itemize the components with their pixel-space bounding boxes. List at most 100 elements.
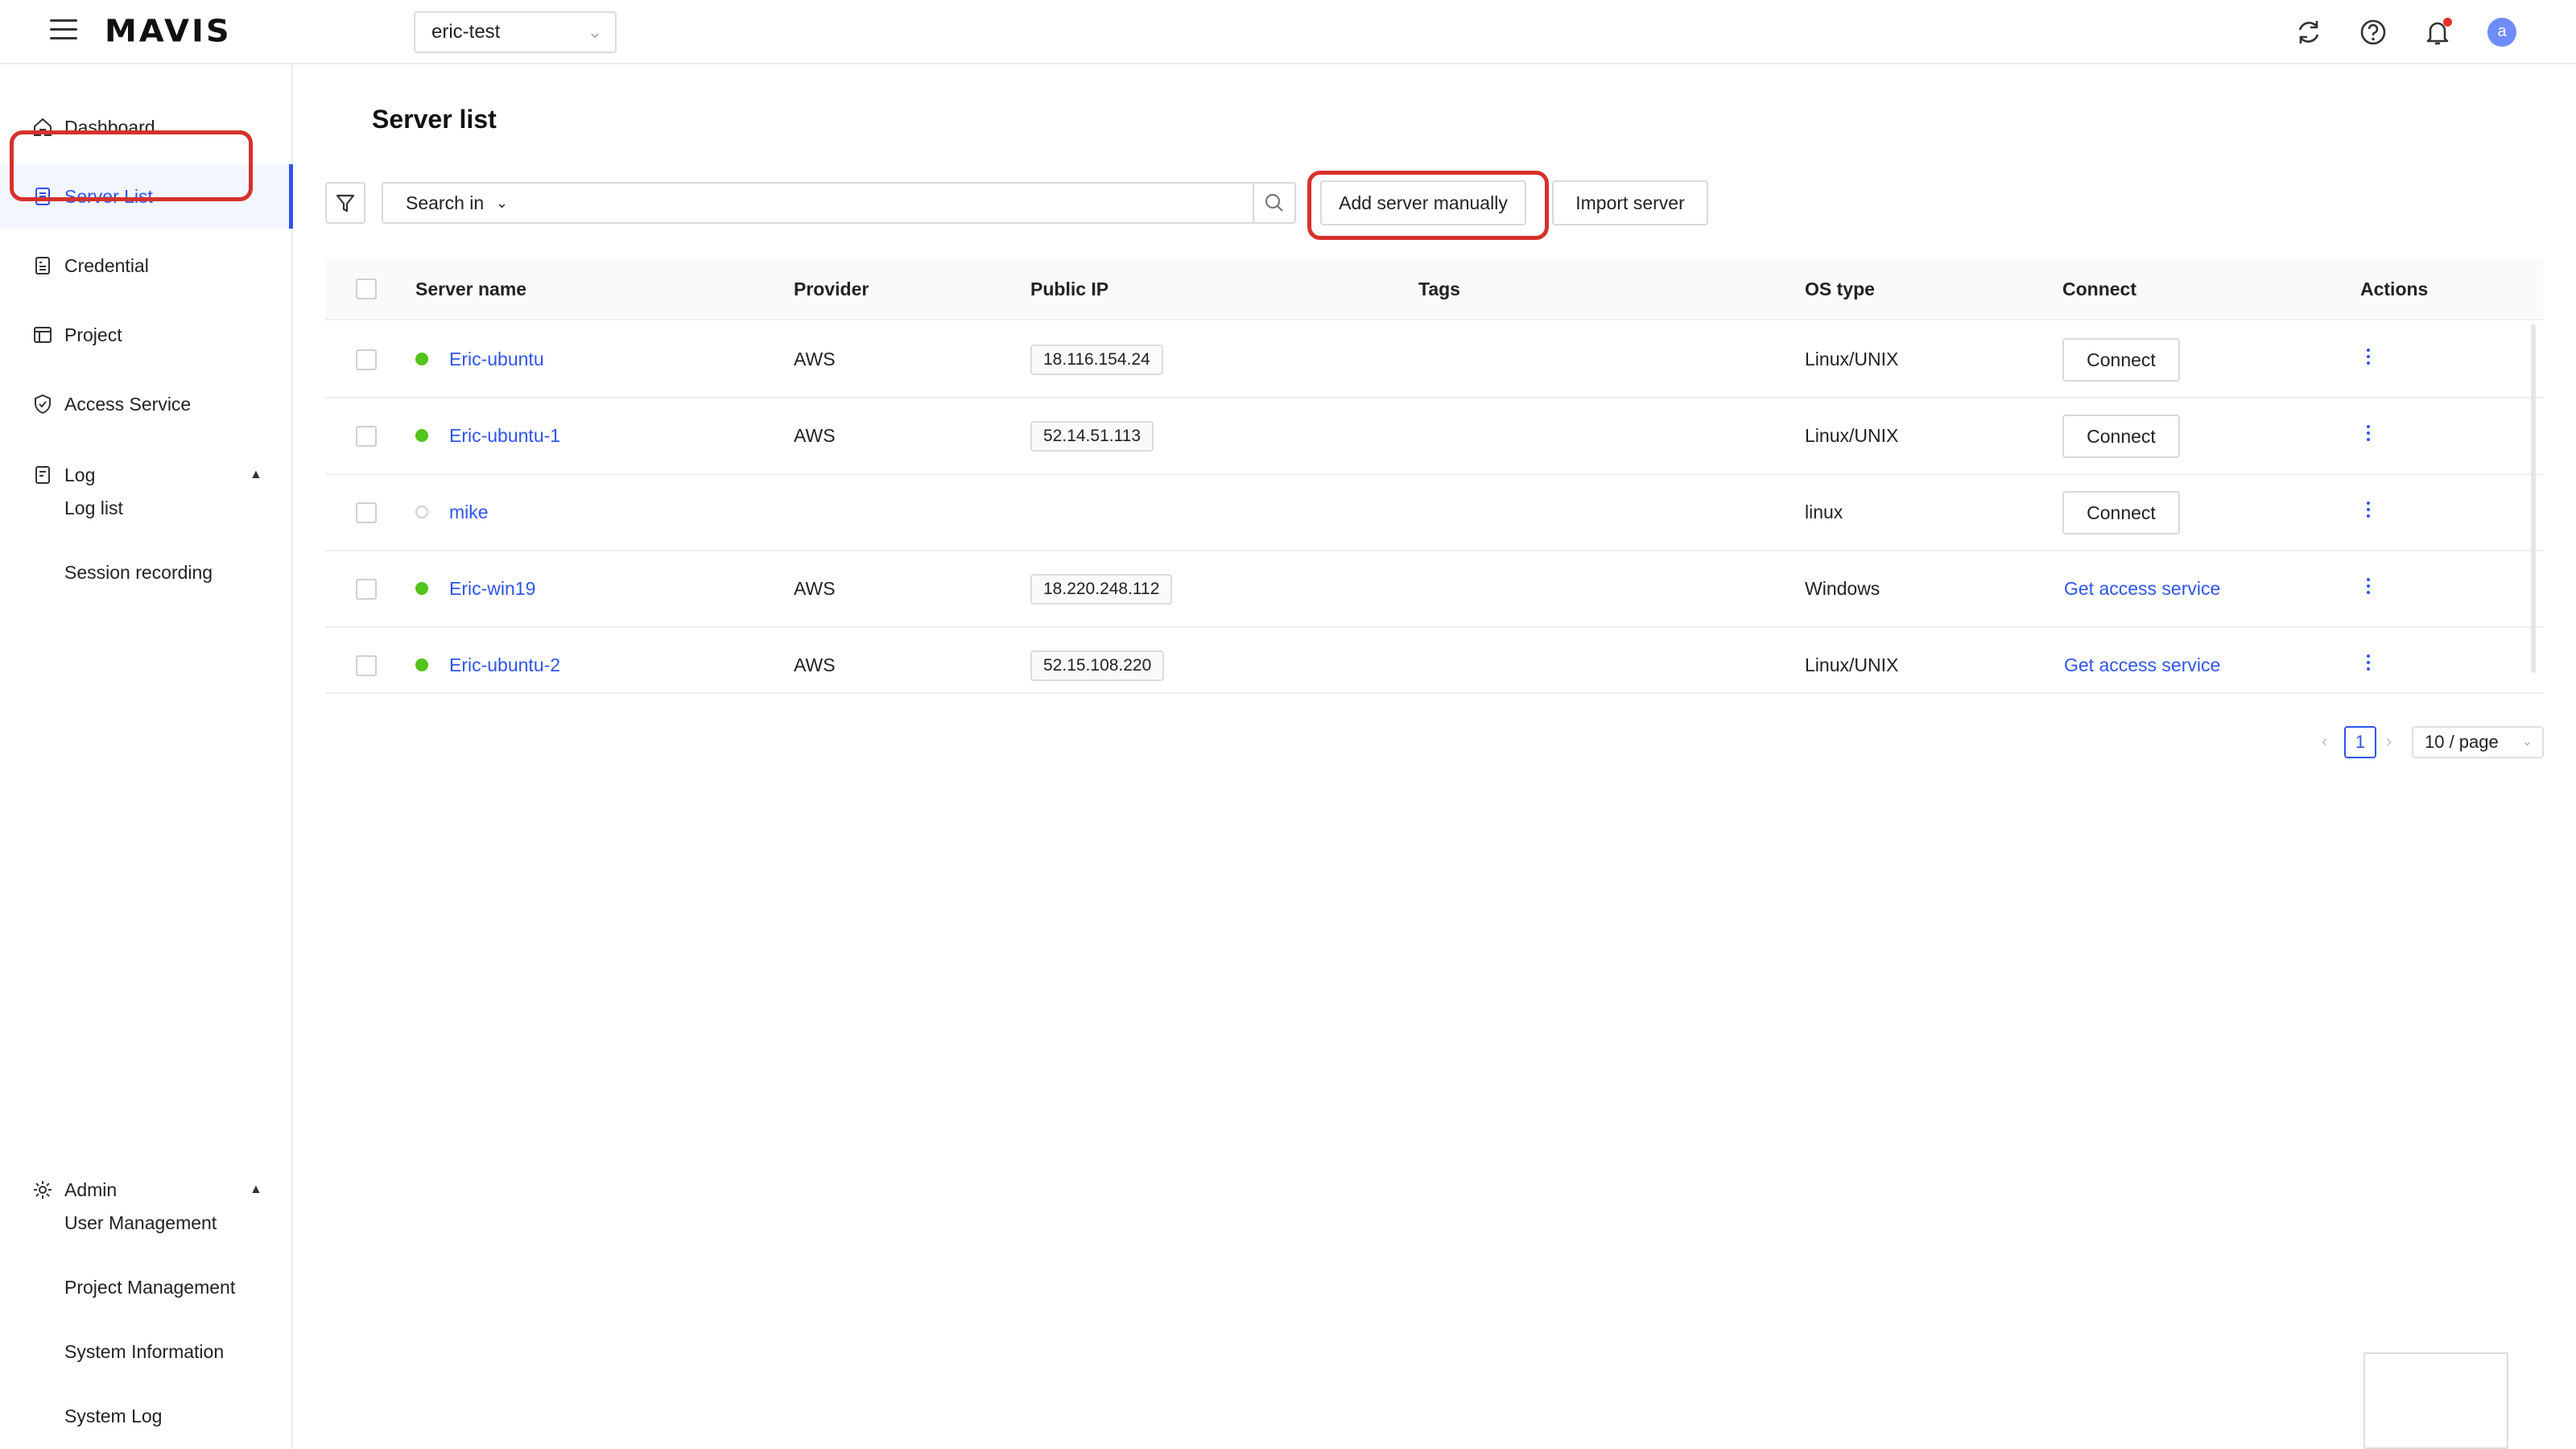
project-selector[interactable]: eric-test ⌄ — [414, 11, 617, 53]
server-name-link[interactable]: Eric-win19 — [449, 551, 535, 626]
page-title: Server list — [372, 105, 497, 134]
search-in-label: Search in — [406, 192, 485, 213]
column-header: Connect — [2062, 279, 2136, 299]
project-icon — [34, 327, 52, 343]
avatar[interactable]: a — [2487, 18, 2516, 47]
chevron-down-icon: ⌄ — [2521, 735, 2533, 749]
get-access-service-link[interactable]: Get access service — [2064, 628, 2220, 703]
os-type-cell: linux — [1805, 502, 1843, 522]
refresh-icon[interactable] — [2293, 16, 2325, 48]
menu-icon[interactable] — [50, 19, 77, 45]
more-actions-icon[interactable] — [2360, 423, 2376, 450]
table-header: Server name Provider Public IP Tags OS t… — [325, 258, 2544, 320]
status-dot-online — [415, 582, 428, 595]
filter-button[interactable] — [325, 182, 365, 224]
search-in-dropdown[interactable]: Search in ⌄ — [382, 182, 531, 224]
row-checkbox[interactable] — [356, 502, 377, 523]
table-row: Eric-ubuntu-2 AWS 52.15.108.220 Linux/UN… — [325, 628, 2544, 694]
log-icon — [35, 466, 50, 484]
table-scrollbar[interactable] — [2531, 324, 2536, 673]
public-ip-tag: 52.14.51.113 — [1030, 421, 1154, 452]
search-button[interactable] — [1253, 182, 1296, 224]
get-access-service-link[interactable]: Get access service — [2064, 551, 2220, 626]
sidebar-item-system-log[interactable]: System Log — [64, 1406, 162, 1427]
sidebar-item-credential[interactable]: Credential — [0, 233, 291, 298]
highlight-box — [1307, 171, 1549, 240]
connect-button[interactable]: Connect — [2062, 415, 2180, 458]
connect-button[interactable]: Connect — [2062, 338, 2180, 382]
os-type-cell: Linux/UNIX — [1805, 654, 1899, 675]
chevron-up-icon: ▲ — [250, 468, 262, 481]
notification-dot — [2443, 18, 2452, 27]
top-header: MAVIS eric-test ⌄ a — [0, 0, 2576, 64]
sidebar-item-access-service[interactable]: Access Service — [0, 372, 291, 436]
sidebar-item-session-recording[interactable]: Session recording — [64, 562, 213, 584]
row-checkbox[interactable] — [356, 349, 377, 370]
gear-icon — [34, 1181, 52, 1199]
server-name-link[interactable]: Eric-ubuntu-1 — [449, 398, 560, 473]
table-row: Eric-ubuntu AWS 18.116.154.24 Linux/UNIX… — [325, 322, 2544, 398]
page-size-value: 10 / page — [2425, 732, 2499, 752]
import-server-button[interactable]: Import server — [1552, 180, 1708, 225]
highlight-box — [10, 130, 253, 201]
sidebar-item-label: Credential — [64, 254, 149, 276]
help-icon[interactable] — [2357, 16, 2389, 48]
chevron-up-icon: ▲ — [250, 1183, 262, 1196]
column-header: Provider — [794, 279, 869, 299]
row-checkbox[interactable] — [356, 426, 377, 447]
server-name-link[interactable]: Eric-ubuntu — [449, 322, 544, 397]
public-ip-tag: 18.220.248.112 — [1030, 574, 1173, 605]
server-name-link[interactable]: mike — [449, 475, 489, 550]
app-logo: MAVIS — [105, 14, 232, 49]
os-type-cell: Linux/UNIX — [1805, 425, 1899, 446]
column-header: Tags — [1418, 279, 1460, 299]
connect-button[interactable]: Connect — [2062, 491, 2180, 535]
floating-panel — [2363, 1352, 2508, 1449]
more-actions-icon[interactable] — [2360, 346, 2376, 374]
table-row: Eric-ubuntu-1 AWS 52.14.51.113 Linux/UNI… — [325, 398, 2544, 475]
sidebar-item-log[interactable]: Log ▲ — [0, 443, 291, 507]
server-table: Server name Provider Public IP Tags OS t… — [325, 258, 2544, 694]
provider-cell: AWS — [794, 349, 836, 369]
more-actions-icon[interactable] — [2360, 499, 2376, 526]
more-actions-icon[interactable] — [2360, 652, 2376, 679]
bell-icon[interactable] — [2421, 16, 2454, 48]
sidebar-item-project-management[interactable]: Project Management — [64, 1277, 235, 1298]
sidebar-item-label: Admin — [64, 1179, 118, 1200]
table-row: Eric-win19 AWS 18.220.248.112 Windows Ge… — [325, 551, 2544, 628]
search-icon — [1265, 193, 1283, 212]
sidebar-item-project[interactable]: Project — [0, 303, 291, 367]
search-input[interactable] — [530, 182, 1254, 224]
status-dot-online — [415, 658, 428, 671]
key-card-icon — [35, 257, 50, 275]
status-dot-online — [415, 353, 428, 365]
sidebar-item-label: Access Service — [64, 393, 192, 415]
status-dot-unknown — [415, 506, 428, 518]
filter-icon — [336, 194, 355, 213]
status-dot-online — [415, 429, 428, 442]
column-header: Actions — [2360, 279, 2429, 299]
prev-page-icon[interactable]: ‹ — [2322, 731, 2327, 752]
row-checkbox[interactable] — [356, 579, 377, 600]
table-row: mike linux Connect — [325, 475, 2544, 551]
public-ip-tag: 18.116.154.24 — [1030, 345, 1163, 375]
page-number[interactable]: 1 — [2344, 726, 2376, 758]
page-size-select[interactable]: 10 / page ⌄ — [2412, 726, 2544, 758]
provider-cell: AWS — [794, 654, 836, 675]
column-header: Server name — [415, 279, 527, 299]
sidebar: Dashboard Server List Credential Project… — [0, 64, 293, 1449]
select-all-checkbox[interactable] — [356, 279, 377, 299]
provider-cell: AWS — [794, 578, 836, 599]
server-name-link[interactable]: Eric-ubuntu-2 — [449, 628, 560, 703]
chevron-down-icon: ⌄ — [496, 195, 509, 211]
more-actions-icon[interactable] — [2360, 576, 2376, 603]
shield-icon — [35, 394, 51, 415]
row-checkbox[interactable] — [356, 655, 377, 676]
sidebar-item-log-list[interactable]: Log list — [64, 497, 123, 519]
sidebar-item-system-information[interactable]: System Information — [64, 1341, 224, 1363]
project-selector-value: eric-test — [431, 21, 501, 43]
sidebar-item-label: Project — [64, 324, 122, 345]
sidebar-item-user-management[interactable]: User Management — [64, 1212, 217, 1234]
column-header: OS type — [1805, 279, 1875, 299]
next-page-icon[interactable]: › — [2386, 731, 2392, 752]
